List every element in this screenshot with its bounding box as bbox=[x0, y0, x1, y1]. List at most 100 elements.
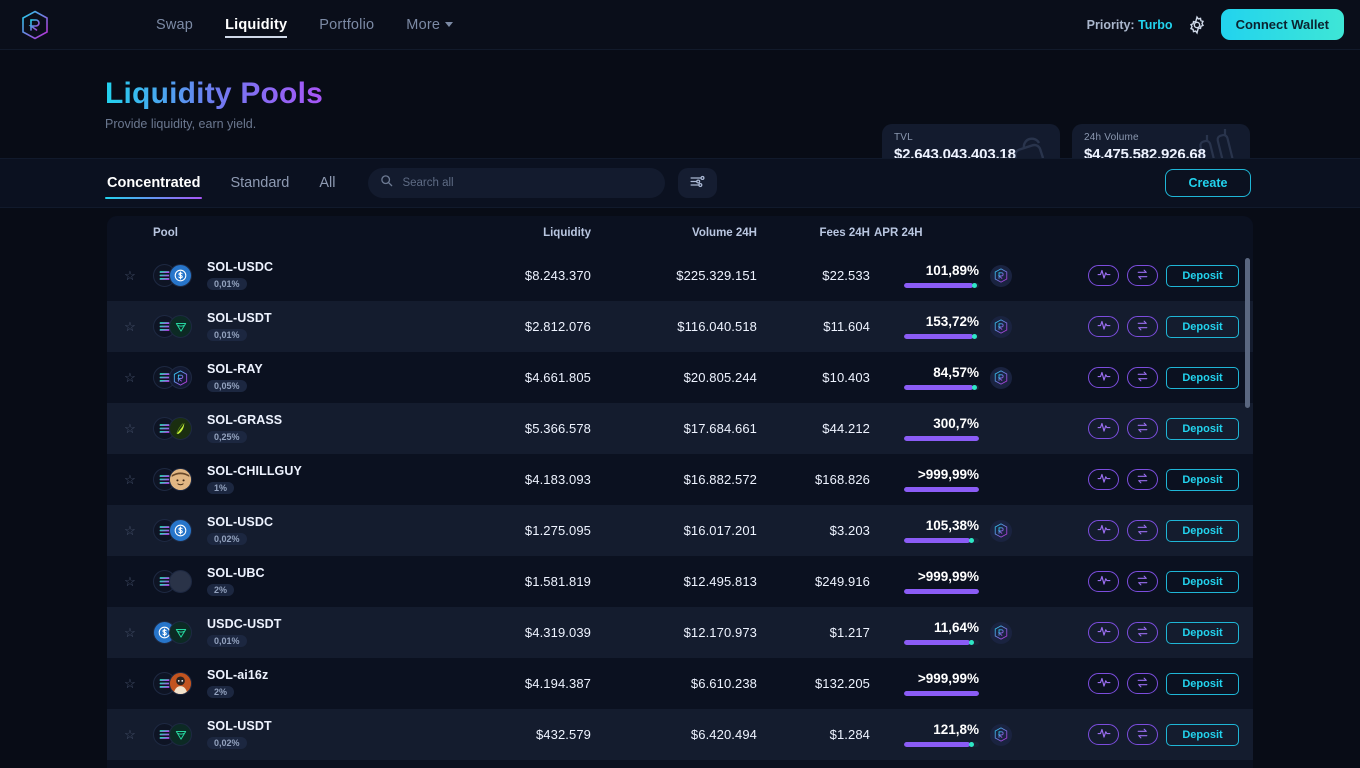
column-header-pool[interactable]: Pool bbox=[153, 227, 431, 239]
connect-wallet-button[interactable]: Connect Wallet bbox=[1220, 9, 1344, 40]
deposit-button[interactable]: Deposit bbox=[1166, 672, 1239, 695]
pool-cell[interactable]: SOL-USDT 0,02% bbox=[153, 719, 431, 751]
favorite-star-icon[interactable]: ☆ bbox=[124, 422, 136, 435]
pool-chart-button[interactable] bbox=[1088, 265, 1119, 286]
pool-chart-button[interactable] bbox=[1088, 571, 1119, 592]
table-row[interactable]: ☆ SOL-USDT 0,01% $2.812.076 $116.040.518 $11.… bbox=[107, 301, 1253, 352]
deposit-button[interactable]: Deposit bbox=[1166, 570, 1239, 593]
nav-label-more: More bbox=[406, 16, 441, 33]
pool-chart-button[interactable] bbox=[1088, 469, 1119, 490]
pool-cell[interactable]: SOL-UBC 2% bbox=[153, 566, 431, 598]
favorite-star-icon[interactable]: ☆ bbox=[124, 626, 136, 639]
table-row[interactable]: ☆ SOL-USDC 0,02% $1.275.095 $16.017.201 $3.20… bbox=[107, 505, 1253, 556]
tab-concentrated[interactable]: Concentrated bbox=[105, 170, 203, 199]
priority-indicator[interactable]: Priority: Turbo bbox=[1087, 18, 1173, 32]
pool-swap-button[interactable] bbox=[1127, 622, 1158, 643]
favorite-star-icon[interactable]: ☆ bbox=[124, 677, 136, 690]
column-header-fees[interactable]: Fees 24H bbox=[757, 227, 870, 239]
deposit-button[interactable]: Deposit bbox=[1166, 315, 1239, 338]
pool-swap-button[interactable] bbox=[1127, 673, 1158, 694]
pool-swap-button[interactable] bbox=[1127, 316, 1158, 337]
favorite-star-icon[interactable]: ☆ bbox=[124, 371, 136, 384]
pool-cell[interactable]: SOL-RAY 0,05% bbox=[153, 362, 431, 394]
table-row[interactable]: ☆SOL-$1$348.283$6.036.485$60.365>999,99%… bbox=[107, 760, 1253, 768]
pool-cell[interactable]: SOL-CHILLGUY 1% bbox=[153, 464, 431, 496]
tab-label-concentrated: Concentrated bbox=[107, 175, 201, 191]
pool-cell[interactable]: SOL-USDC 0,01% bbox=[153, 260, 431, 292]
raydium-logo-icon[interactable] bbox=[18, 8, 52, 42]
apr-value: 121,8% bbox=[933, 722, 979, 737]
nav-item-more[interactable]: More bbox=[406, 13, 454, 37]
tab-standard[interactable]: Standard bbox=[228, 170, 291, 196]
deposit-button[interactable]: Deposit bbox=[1166, 417, 1239, 440]
tab-all[interactable]: All bbox=[317, 170, 337, 196]
table-row[interactable]: ☆ SOL-USDC 0,01% $8.243.370 $225.329.151 $22.… bbox=[107, 250, 1253, 301]
reward-badge-cell bbox=[980, 723, 1072, 746]
deposit-button[interactable]: Deposit bbox=[1166, 468, 1239, 491]
pool-chart-button[interactable] bbox=[1088, 418, 1119, 439]
apr-cell: 153,72% bbox=[870, 314, 980, 339]
search-box[interactable] bbox=[368, 168, 666, 198]
table-row[interactable]: ☆ USDC-USDT 0,01% $4.319.039 $12.170.973 $1.2… bbox=[107, 607, 1253, 658]
priority-label: Priority: bbox=[1086, 17, 1135, 32]
pool-swap-button[interactable] bbox=[1127, 724, 1158, 745]
favorite-star-icon[interactable]: ☆ bbox=[124, 728, 136, 741]
deposit-button[interactable]: Deposit bbox=[1166, 366, 1239, 389]
pool-chart-button[interactable] bbox=[1088, 316, 1119, 337]
column-header-volume[interactable]: Volume 24H bbox=[591, 227, 757, 239]
pool-chart-button[interactable] bbox=[1088, 622, 1119, 643]
volume-cell: $116.040.518 bbox=[677, 319, 757, 334]
pool-cell[interactable]: SOL-USDT 0,01% bbox=[153, 311, 431, 343]
pool-cell[interactable]: SOL-ai16z 2% bbox=[153, 668, 431, 700]
deposit-button[interactable]: Deposit bbox=[1166, 519, 1239, 542]
table-row[interactable]: ☆ SOL-ai16z 2% $4.194.387 $6.610.238 $132.205… bbox=[107, 658, 1253, 709]
pool-cell[interactable]: SOL-USDC 0,02% bbox=[153, 515, 431, 547]
liquidity-cell: $4.194.387 bbox=[524, 676, 591, 691]
pool-chart-button[interactable] bbox=[1088, 673, 1119, 694]
pool-chart-button[interactable] bbox=[1088, 724, 1119, 745]
pool-swap-button[interactable] bbox=[1127, 265, 1158, 286]
pool-swap-button[interactable] bbox=[1127, 418, 1158, 439]
gear-icon[interactable] bbox=[1187, 14, 1207, 35]
column-header-liquidity[interactable]: Liquidity bbox=[431, 227, 591, 239]
pool-chart-button[interactable] bbox=[1088, 520, 1119, 541]
deposit-button[interactable]: Deposit bbox=[1166, 264, 1239, 287]
table-row[interactable]: ☆ SOL-RAY 0,05% $4.661.805 $20.805.244 $10.40… bbox=[107, 352, 1253, 403]
favorite-star-icon[interactable]: ☆ bbox=[124, 320, 136, 333]
table-row[interactable]: ☆ SOL-GRASS 0,25% $5.366.578 $17.684.661 $44.… bbox=[107, 403, 1253, 454]
favorite-star-icon[interactable]: ☆ bbox=[124, 575, 136, 588]
pool-chart-button[interactable] bbox=[1088, 367, 1119, 388]
nav-item-liquidity[interactable]: Liquidity bbox=[225, 13, 288, 38]
pool-fee-chip: 0,01% bbox=[207, 634, 247, 647]
table-row[interactable]: ☆ SOL-USDT 0,02% $432.579 $6.420.494 $1.284 12… bbox=[107, 709, 1253, 760]
favorite-star-icon[interactable]: ☆ bbox=[124, 269, 136, 282]
table-header-row: Pool Liquidity Volume 24H Fees 24H APR 2… bbox=[107, 216, 1253, 250]
row-actions: Deposit bbox=[1072, 621, 1253, 644]
table-row[interactable]: ☆ SOL-CHILLGUY 1% $4.183.093 $16.882.572 $168… bbox=[107, 454, 1253, 505]
nav-label-liquidity: Liquidity bbox=[225, 16, 288, 33]
favorite-star-icon[interactable]: ☆ bbox=[124, 524, 136, 537]
token-icon-usdc bbox=[169, 519, 192, 542]
swap-arrows-icon bbox=[1136, 268, 1149, 284]
token-pair-icons bbox=[153, 519, 201, 542]
pool-swap-button[interactable] bbox=[1127, 469, 1158, 490]
filter-settings-button[interactable] bbox=[678, 168, 718, 198]
nav-item-portfolio[interactable]: Portfolio bbox=[319, 13, 374, 37]
pool-swap-button[interactable] bbox=[1127, 571, 1158, 592]
nav-item-swap[interactable]: Swap bbox=[156, 13, 193, 37]
pool-name: SOL-UBC bbox=[207, 565, 265, 580]
pool-swap-button[interactable] bbox=[1127, 367, 1158, 388]
pool-cell[interactable]: USDC-USDT 0,01% bbox=[153, 617, 431, 649]
deposit-button[interactable]: Deposit bbox=[1166, 621, 1239, 644]
search-input[interactable] bbox=[402, 177, 654, 189]
table-scrollbar[interactable] bbox=[1245, 258, 1250, 768]
table-row[interactable]: ☆ SOL-UBC 2% $1.581.819 $12.495.813 $249.916 >… bbox=[107, 556, 1253, 607]
pool-cell[interactable]: SOL-GRASS 0,25% bbox=[153, 413, 431, 445]
create-pool-button[interactable]: Create bbox=[1165, 169, 1251, 197]
scrollbar-thumb[interactable] bbox=[1245, 258, 1250, 408]
pool-fee-chip: 0,01% bbox=[207, 328, 247, 341]
favorite-star-icon[interactable]: ☆ bbox=[124, 473, 136, 486]
column-header-apr[interactable]: APR 24H bbox=[870, 227, 980, 239]
deposit-button[interactable]: Deposit bbox=[1166, 723, 1239, 746]
pool-swap-button[interactable] bbox=[1127, 520, 1158, 541]
